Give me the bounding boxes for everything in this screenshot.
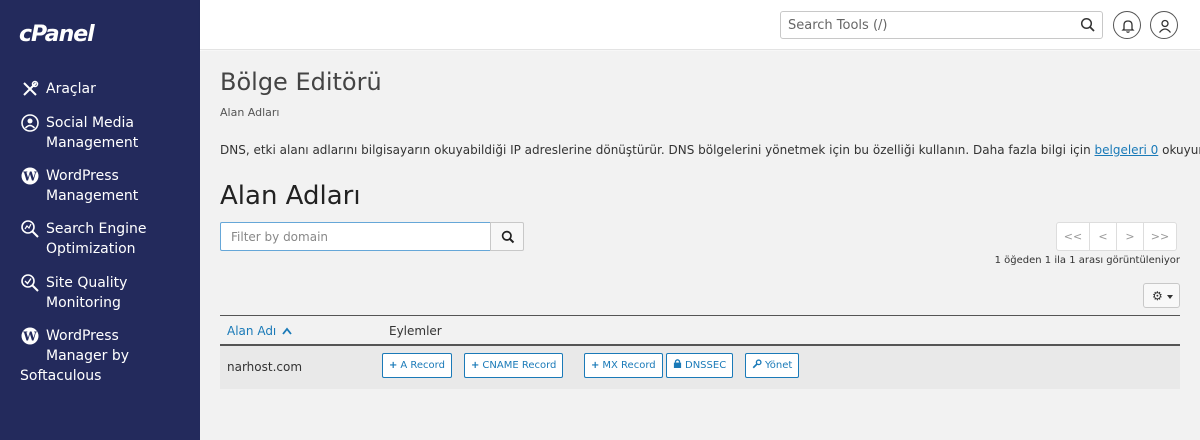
- sidebar-item-social-media[interactable]: Social Media Management: [20, 113, 195, 153]
- plus-icon: +: [471, 360, 480, 371]
- button-label: CNAME Record: [482, 360, 557, 371]
- documentation-link[interactable]: belgeleri 0: [1095, 143, 1159, 157]
- sidebar-item-label: Araçlar: [46, 81, 96, 97]
- button-label: MX Record: [602, 360, 656, 371]
- search-icon[interactable]: [1080, 17, 1096, 33]
- sidebar-item-seo[interactable]: Search Engine Optimization: [20, 219, 195, 259]
- pagination: << < > >>: [1056, 222, 1177, 251]
- sidebar-item-wordpress-management[interactable]: W WordPress Management: [20, 166, 195, 206]
- site-quality-icon: [21, 274, 39, 292]
- user-menu-button[interactable]: [1150, 11, 1178, 39]
- sidebar-item-label: WordPress: [46, 168, 119, 184]
- sidebar-item-label: Manager by: [46, 348, 129, 364]
- sidebar-item-label: WordPress: [46, 328, 119, 344]
- tools-icon: [23, 80, 39, 96]
- search-icon: [501, 230, 515, 244]
- prev-page-button[interactable]: <: [1089, 222, 1117, 251]
- sidebar-item-label: Social Media: [46, 115, 135, 131]
- user-icon: [1158, 19, 1172, 33]
- button-label: A Record: [400, 360, 445, 371]
- table-row: narhost.com + A Record + CNAME Record + MX …: [220, 346, 1180, 389]
- page-title: Bölge Editörü: [220, 68, 382, 96]
- domain-name: narhost.com: [227, 360, 303, 374]
- sidebar-item-label: Search Engine: [46, 221, 147, 237]
- breadcrumb: Alan Adları: [220, 106, 280, 119]
- button-label: Yönet: [765, 360, 793, 371]
- caret-down-icon: [1167, 295, 1173, 299]
- search-tools-input[interactable]: [781, 12, 1071, 38]
- top-bar: [200, 0, 1200, 50]
- notifications-button[interactable]: [1113, 11, 1141, 39]
- sort-asc-icon: [282, 327, 292, 335]
- next-page-button[interactable]: >: [1116, 222, 1144, 251]
- settings-dropdown-button[interactable]: ⚙: [1143, 283, 1180, 308]
- dnssec-button[interactable]: DNSSEC: [666, 353, 734, 378]
- sidebar-item-label: Softaculous: [20, 368, 102, 384]
- description-text: DNS, etki alanı adlarını bilgisayarın ok…: [220, 143, 1095, 157]
- sidebar-item-label: Management: [46, 188, 139, 204]
- sidebar-item-label: Management: [46, 135, 139, 151]
- page-description: DNS, etki alanı adlarını bilgisayarın ok…: [220, 143, 1200, 157]
- sidebar: cPanel Araçlar Social Media Management W…: [0, 0, 200, 440]
- column-header-actions: Eylemler: [389, 324, 442, 338]
- cpanel-logo[interactable]: cPanel: [19, 22, 95, 47]
- svg-text:W: W: [22, 170, 37, 184]
- domain-filter: [220, 222, 524, 251]
- plus-icon: +: [591, 360, 600, 371]
- last-page-button[interactable]: >>: [1143, 222, 1177, 251]
- svg-text:W: W: [22, 330, 37, 344]
- domains-table: Alan Adı Eylemler narhost.com + A Record …: [220, 315, 1180, 389]
- first-page-button[interactable]: <<: [1056, 222, 1090, 251]
- gear-icon: ⚙: [1152, 289, 1163, 303]
- add-mx-record-button[interactable]: + MX Record: [584, 353, 663, 378]
- table-header: Alan Adı Eylemler: [220, 315, 1180, 346]
- manage-button[interactable]: Yönet: [745, 353, 800, 378]
- column-header-label: Alan Adı: [227, 324, 277, 338]
- domain-filter-button[interactable]: [490, 222, 524, 251]
- wrench-icon: [752, 359, 762, 369]
- search-tools: [780, 11, 1103, 39]
- lock-icon: [673, 359, 682, 368]
- section-title: Alan Adları: [220, 181, 361, 211]
- sidebar-item-tools[interactable]: Araçlar: [20, 79, 195, 99]
- sidebar-item-label: Monitoring: [46, 295, 121, 311]
- add-a-record-button[interactable]: + A Record: [382, 353, 452, 378]
- add-cname-record-button[interactable]: + CNAME Record: [464, 353, 564, 378]
- column-header-domain[interactable]: Alan Adı: [227, 324, 292, 338]
- social-media-icon: [21, 114, 39, 132]
- bell-icon: [1121, 20, 1135, 33]
- sidebar-item-label: Site Quality: [46, 275, 128, 291]
- seo-icon: [21, 220, 39, 238]
- description-text-end: okuyun.: [1162, 143, 1200, 157]
- domain-filter-input[interactable]: [220, 222, 491, 251]
- sidebar-item-wordpress-manager[interactable]: W WordPress Manager by Softaculous: [20, 326, 195, 386]
- wordpress-icon: W: [21, 327, 39, 345]
- sidebar-item-label: Optimization: [46, 241, 136, 257]
- plus-icon: +: [389, 360, 398, 371]
- main-content: Bölge Editörü Alan Adları DNS, etki alan…: [200, 51, 1200, 440]
- results-count: 1 öğeden 1 ila 1 arası görüntüleniyor: [994, 255, 1180, 266]
- sidebar-item-site-quality[interactable]: Site Quality Monitoring: [20, 273, 195, 313]
- button-label: DNSSEC: [685, 360, 727, 371]
- wordpress-icon: W: [21, 167, 39, 185]
